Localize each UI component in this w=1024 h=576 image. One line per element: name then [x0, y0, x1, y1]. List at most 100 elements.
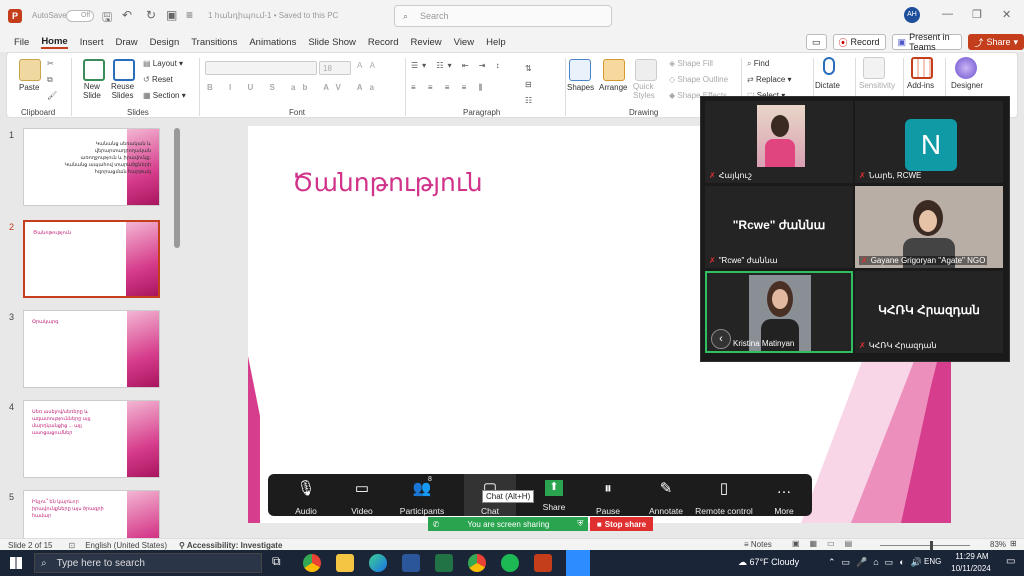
slide-thumbnail[interactable]: Օրակարգ [23, 310, 160, 388]
participant-tile[interactable]: "Rcwe" ժաննա ✗ "Rcwe" ժաննա [705, 186, 853, 268]
menu-insert[interactable]: Insert [80, 37, 104, 48]
video-button[interactable]: ▭ Video [336, 474, 388, 516]
copy-icon[interactable]: ⧉ [47, 75, 53, 85]
menu-home[interactable]: Home [41, 36, 68, 49]
slide-thumbnail[interactable]: Ծանոթություն [23, 220, 160, 298]
word-icon[interactable] [402, 554, 420, 572]
zoom-gallery-window[interactable]: ✗ Հայկուշ N ✗ Նարե, RCWE "Rcwe" ժաննա ✗ "Rc… [700, 96, 1010, 362]
participant-tile[interactable]: ✗ Հայկուշ [705, 101, 853, 183]
arrange-icon[interactable] [603, 59, 625, 81]
designer-button[interactable]: Designer [951, 81, 983, 90]
new-slide-icon[interactable] [83, 59, 105, 81]
menu-file[interactable]: File [14, 37, 29, 48]
menu-slide-show[interactable]: Slide Show [308, 37, 356, 48]
close-icon[interactable]: ✕ [1002, 8, 1011, 21]
slide-title[interactable]: Ծանոթություն [292, 168, 483, 198]
chrome-icon[interactable] [303, 554, 321, 572]
system-tray-icons[interactable]: ⌃▭🎤⌂▭◐🔊 [828, 557, 928, 568]
remote-control-button[interactable]: ▯ Remote control [688, 474, 760, 516]
participant-tile[interactable]: N ✗ Նարե, RCWE [855, 101, 1003, 183]
notes-button[interactable]: ≡ Notes [744, 540, 772, 549]
stop-share-button[interactable]: ■ Stop share [590, 517, 653, 531]
section-button[interactable]: ▦ Section ▾ [143, 91, 186, 100]
paste-icon[interactable] [19, 59, 41, 81]
avatar[interactable]: AH [904, 7, 920, 23]
redo-icon[interactable]: ↻ [146, 8, 156, 22]
record-button[interactable]: ⦿ Record [832, 34, 886, 50]
search-input[interactable]: Search [420, 11, 449, 21]
autosave-toggle[interactable]: Off [66, 10, 94, 22]
powerpoint-taskbar-icon[interactable] [534, 554, 552, 572]
bullets-buttons[interactable]: ☰▾ ☷▾ ⇤ ⇥ ↕ [411, 61, 504, 70]
fit-slide-icon[interactable]: ⊞ [1010, 539, 1017, 548]
menu-transitions[interactable]: Transitions [191, 37, 237, 48]
shapes-button[interactable]: Shapes [567, 83, 594, 92]
format-painter-icon[interactable]: 🖌 [47, 91, 57, 100]
clock[interactable]: 11:29 AM [950, 552, 994, 561]
shape-fill-button[interactable]: ◈ Shape Fill [669, 59, 713, 68]
participant-tile[interactable]: ԿՀՌԿ Հրազդան ✗ ԿՀՌԿ Հրազդան [855, 271, 1003, 353]
date[interactable]: 10/11/2024 [946, 564, 996, 573]
font-grow-shrink[interactable]: A A [357, 61, 378, 70]
spelling-icon[interactable]: ⊡ [68, 541, 75, 550]
file-explorer-icon[interactable] [336, 554, 354, 572]
menu-draw[interactable]: Draw [115, 37, 137, 48]
zoom-taskbar-icon[interactable] [566, 550, 590, 576]
quick-styles-button[interactable]: Quick Styles [633, 82, 655, 100]
font-format-buttons[interactable]: B I U S ab AV Aa [207, 83, 381, 92]
paste-button[interactable]: Paste [19, 83, 39, 92]
slide-thumbnail[interactable]: Սեռ ասելով/սեռերը և ազատությունները այլ … [23, 400, 160, 478]
font-size-field[interactable]: 18 [319, 61, 351, 75]
edge-icon[interactable] [369, 554, 387, 572]
participants-button[interactable]: 👥 8 Participants [396, 474, 448, 516]
language-status[interactable]: English (United States) [85, 541, 167, 550]
input-language[interactable]: ENG [924, 557, 941, 566]
menu-record[interactable]: Record [368, 37, 399, 48]
search-box[interactable]: ⌕ Search [394, 5, 612, 27]
designer-icon[interactable] [955, 57, 977, 79]
sensitivity-button[interactable]: Sensitivity [859, 81, 895, 90]
text-direction-buttons[interactable]: ⇅ ⊟ ☷ [525, 61, 532, 109]
reset-button[interactable]: ↺ Reset [143, 75, 173, 84]
thumbnail-scrollbar[interactable] [174, 128, 180, 248]
shapes-icon[interactable] [569, 59, 591, 81]
shape-outline-button[interactable]: ◇ Shape Outline [669, 75, 728, 84]
customize-icon[interactable]: ≡ [186, 8, 193, 22]
arrange-button[interactable]: Arrange [599, 83, 627, 92]
share-button[interactable]: ⤴ Share ▾ [968, 34, 1024, 50]
minimize-icon[interactable]: — [942, 8, 953, 20]
slide-thumbnail[interactable]: Կանանց սեռական և վերարտադրողական առողջու… [23, 128, 160, 206]
participant-tile[interactable]: ✗ Gayane Grigoryan "Agate" NGO [855, 186, 1003, 268]
chrome-icon[interactable] [468, 554, 486, 572]
menu-animations[interactable]: Animations [249, 37, 296, 48]
font-name-field[interactable] [205, 61, 317, 75]
annotate-button[interactable]: ✎ Annotate [640, 474, 692, 516]
excel-icon[interactable] [435, 554, 453, 572]
add-ins-icon[interactable] [911, 57, 933, 79]
zoom-slider-thumb[interactable] [930, 541, 933, 550]
accessibility-status[interactable]: ⚲ Accessibility: Investigate [179, 541, 282, 550]
weather-widget[interactable]: ☁ 67°F Cloudy [738, 557, 799, 568]
taskbar-search[interactable]: ⌕ Type here to search [34, 553, 262, 573]
sensitivity-icon[interactable] [863, 57, 885, 79]
menu-help[interactable]: Help [486, 37, 506, 48]
participant-tile-active-speaker[interactable]: ‹ Kristina Matinyan [705, 271, 853, 353]
view-buttons[interactable]: ▣▦▭▤ [792, 539, 862, 548]
restore-icon[interactable]: ❐ [972, 8, 982, 21]
menu-review[interactable]: Review [411, 37, 442, 48]
replace-button[interactable]: ⇄ Replace ▾ [747, 75, 792, 84]
dictate-button[interactable]: Dictate [815, 81, 840, 90]
reuse-slides-icon[interactable] [113, 59, 135, 81]
comments-button[interactable]: ▭ [806, 34, 827, 50]
pause-button[interactable]: ⏸ Pause [582, 474, 634, 516]
zoom-slider[interactable] [880, 545, 970, 546]
cut-icon[interactable]: ✂ [47, 59, 54, 68]
layout-button[interactable]: ▤ Layout ▾ [143, 59, 183, 68]
undo-icon[interactable]: ↶ [122, 8, 132, 22]
notifications-icon[interactable]: ▭ [1006, 556, 1015, 567]
present-in-teams-button[interactable]: ▣ Present in Teams [891, 32, 963, 52]
find-button[interactable]: ⌕ Find [747, 59, 769, 69]
new-slide-button[interactable]: New Slide [83, 82, 101, 100]
add-ins-button[interactable]: Add-ins [907, 81, 934, 90]
quick-styles-icon[interactable] [635, 59, 657, 81]
